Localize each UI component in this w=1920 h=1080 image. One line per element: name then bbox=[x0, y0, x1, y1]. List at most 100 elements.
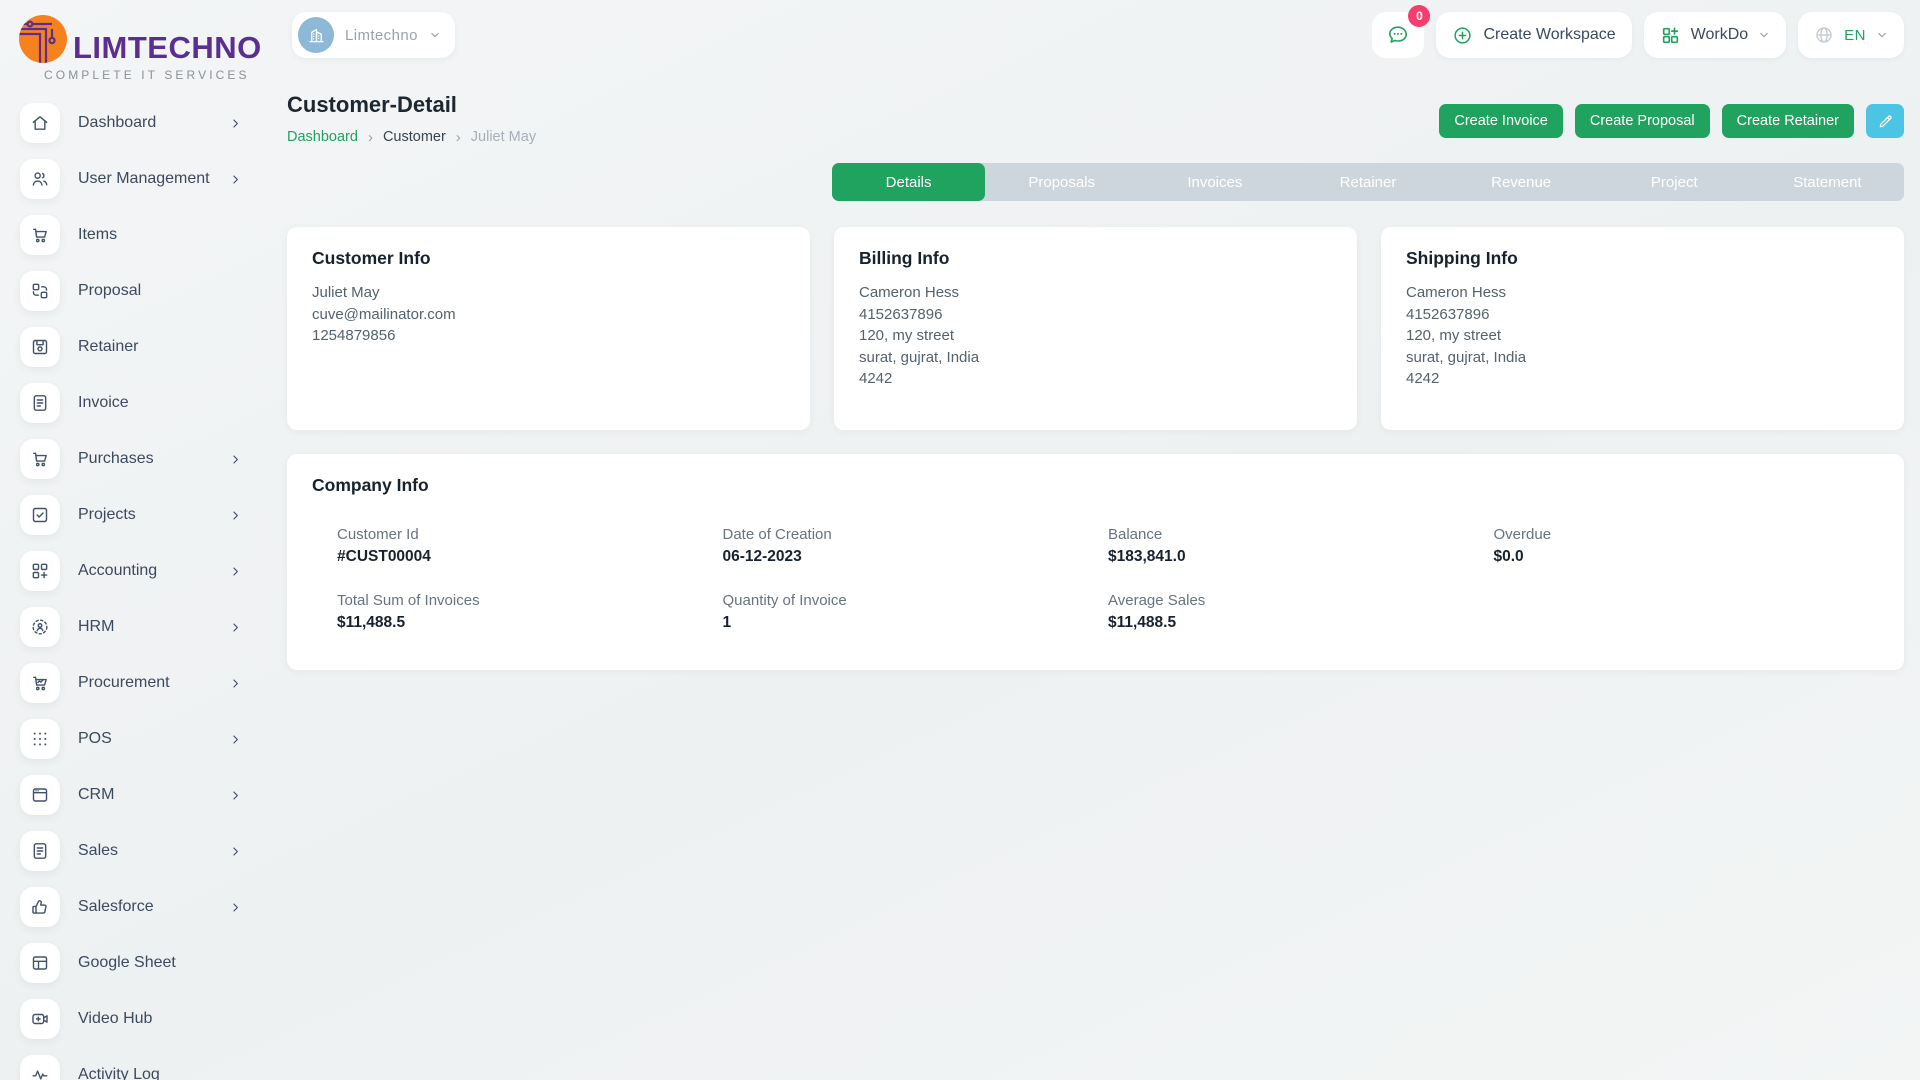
sidebar-item-label: CRM bbox=[78, 786, 229, 804]
apps-grid-plus-icon bbox=[1660, 25, 1681, 46]
sidebar-item-pos[interactable]: POS bbox=[0, 711, 262, 767]
stat-total-sum-of-invoices: Total Sum of Invoices$11,488.5 bbox=[337, 592, 723, 632]
sidebar-item-crm[interactable]: CRM bbox=[0, 767, 262, 823]
tab-details[interactable]: Details bbox=[832, 163, 985, 201]
users-icon bbox=[20, 159, 60, 199]
sidebar-item-activity-log[interactable]: Activity Log bbox=[0, 1047, 262, 1080]
info-line: Juliet May bbox=[312, 282, 785, 304]
stat-label: Date of Creation bbox=[723, 526, 1109, 543]
sidebar-item-proposal[interactable]: Proposal bbox=[0, 263, 262, 319]
sidebar-item-procurement[interactable]: Procurement bbox=[0, 655, 262, 711]
video-icon bbox=[20, 999, 60, 1039]
cart-chart-icon bbox=[20, 663, 60, 703]
sidebar-item-label: Dashboard bbox=[78, 114, 229, 132]
tab-invoices[interactable]: Invoices bbox=[1138, 163, 1291, 201]
info-line: Cameron Hess bbox=[859, 282, 1332, 304]
stat-balance: Balance $183,841.0 bbox=[1108, 526, 1494, 566]
plus-circle-icon bbox=[1452, 25, 1473, 46]
browser-icon bbox=[20, 775, 60, 815]
chevron-down-icon bbox=[429, 29, 441, 41]
language-selector[interactable]: EN bbox=[1798, 12, 1904, 58]
chevron-right-icon bbox=[229, 733, 242, 746]
sidebar-item-projects[interactable]: Projects bbox=[0, 487, 262, 543]
stat-average-sales: Average Sales$11,488.5 bbox=[1108, 592, 1494, 632]
sidebar-item-video-hub[interactable]: Video Hub bbox=[0, 991, 262, 1047]
tab-statement[interactable]: Statement bbox=[1751, 163, 1904, 201]
sidebar-item-items[interactable]: Items bbox=[0, 207, 262, 263]
brand-tagline: COMPLETE IT SERVICES bbox=[44, 68, 250, 82]
sidebar-item-user-management[interactable]: User Management bbox=[0, 151, 262, 207]
tab-project[interactable]: Project bbox=[1598, 163, 1751, 201]
sidebar-item-hrm[interactable]: HRM bbox=[0, 599, 262, 655]
sidebar-item-accounting[interactable]: Accounting bbox=[0, 543, 262, 599]
info-line: 120, my street bbox=[859, 325, 1332, 347]
stat-label: Balance bbox=[1108, 526, 1494, 543]
tabs-row: DetailsProposalsInvoicesRetainerRevenueP… bbox=[287, 163, 1904, 201]
info-line: 4152637896 bbox=[1406, 304, 1879, 326]
activity-icon bbox=[20, 1055, 60, 1080]
card-lines: Cameron Hess4152637896120, my streetsura… bbox=[1406, 282, 1879, 390]
card-lines: Juliet Maycuve@mailinator.com1254879856 bbox=[312, 282, 785, 347]
chevron-right-icon bbox=[229, 677, 242, 690]
sidebar-item-invoice[interactable]: Invoice bbox=[0, 375, 262, 431]
sidebar-item-label: POS bbox=[78, 730, 229, 748]
sidebar-item-label: Procurement bbox=[78, 674, 229, 692]
stat-overdue: Overdue$0.0 bbox=[1494, 526, 1880, 566]
breadcrumb-item-customer: Customer bbox=[383, 129, 446, 145]
brand-logo-icon bbox=[18, 14, 68, 64]
pencil-icon bbox=[1877, 113, 1894, 130]
messages-button[interactable]: 0 bbox=[1372, 12, 1424, 58]
sidebar-item-label: Invoice bbox=[78, 394, 242, 412]
company-stats-grid: Customer Id#CUST00004Date of Creation06-… bbox=[312, 526, 1879, 632]
chevron-down-icon bbox=[1758, 29, 1770, 41]
stat-value: $183,841.0 bbox=[1108, 548, 1494, 566]
sidebar-item-sales[interactable]: Sales bbox=[0, 823, 262, 879]
workspace-avatar bbox=[298, 17, 334, 53]
cart-icon bbox=[20, 215, 60, 255]
page-title: Customer-Detail bbox=[287, 92, 536, 118]
breadcrumb-item-juliet-may: Juliet May bbox=[471, 129, 536, 145]
cart-icon bbox=[20, 439, 60, 479]
customer-info-card: Customer InfoJuliet Maycuve@mailinator.c… bbox=[287, 227, 810, 430]
stat-customer-id: Customer Id#CUST00004 bbox=[337, 526, 723, 566]
language-code: EN bbox=[1844, 27, 1866, 44]
stat-label: Customer Id bbox=[337, 526, 723, 543]
info-line: 4242 bbox=[1406, 368, 1879, 390]
create-invoice-button[interactable]: Create Invoice bbox=[1439, 104, 1563, 138]
create-retainer-button[interactable]: Create Retainer bbox=[1722, 104, 1854, 138]
page-actions: Create Invoice Create Proposal Create Reta… bbox=[1439, 104, 1904, 138]
stat-label: Overdue bbox=[1494, 526, 1880, 543]
chevron-right-icon bbox=[229, 789, 242, 802]
sidebar-item-label: User Management bbox=[78, 170, 229, 188]
file-text-icon bbox=[20, 831, 60, 871]
sidebar-item-google-sheet[interactable]: Google Sheet bbox=[0, 935, 262, 991]
tab-proposals[interactable]: Proposals bbox=[985, 163, 1138, 201]
workdo-apps-button[interactable]: WorkDo bbox=[1644, 12, 1787, 58]
sidebar-item-salesforce[interactable]: Salesforce bbox=[0, 879, 262, 935]
tab-revenue[interactable]: Revenue bbox=[1445, 163, 1598, 201]
create-proposal-button[interactable]: Create Proposal bbox=[1575, 104, 1710, 138]
sidebar-item-label: Salesforce bbox=[78, 898, 229, 916]
sidebar-item-retainer[interactable]: Retainer bbox=[0, 319, 262, 375]
floppy-icon bbox=[20, 327, 60, 367]
sidebar-item-purchases[interactable]: Purchases bbox=[0, 431, 262, 487]
chevron-right-icon bbox=[229, 565, 242, 578]
breadcrumb-item-dashboard[interactable]: Dashboard bbox=[287, 129, 358, 145]
info-line: cuve@mailinator.com bbox=[312, 304, 785, 326]
stat-date-of-creation: Date of Creation06-12-2023 bbox=[723, 526, 1109, 566]
chevron-right-icon bbox=[229, 117, 242, 130]
workdo-label: WorkDo bbox=[1691, 26, 1749, 44]
sidebar-item-label: Activity Log bbox=[78, 1066, 242, 1080]
card-lines: Cameron Hess4152637896120, my streetsura… bbox=[859, 282, 1332, 390]
card-title: Shipping Info bbox=[1406, 248, 1879, 269]
info-line: 4152637896 bbox=[859, 304, 1332, 326]
chevron-right-icon bbox=[229, 845, 242, 858]
create-workspace-button[interactable]: Create Workspace bbox=[1436, 12, 1631, 58]
sidebar-item-dashboard[interactable]: Dashboard bbox=[0, 95, 262, 151]
workspace-selector[interactable]: Limtechno bbox=[292, 12, 455, 58]
sidebar-item-label: Retainer bbox=[78, 338, 242, 356]
chevron-right-icon bbox=[229, 453, 242, 466]
workspace-name: Limtechno bbox=[345, 27, 418, 44]
edit-customer-button[interactable] bbox=[1866, 104, 1904, 138]
tab-retainer[interactable]: Retainer bbox=[1291, 163, 1444, 201]
